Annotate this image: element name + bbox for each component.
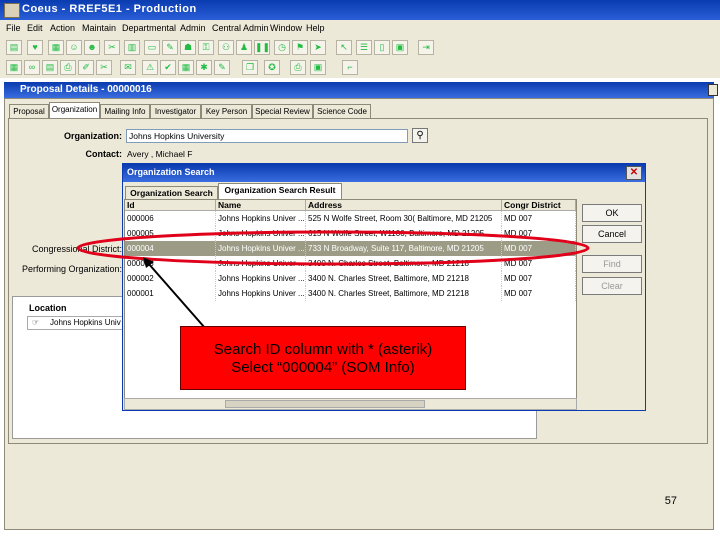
- annotation-line-2: Select “000004” (SOM Info): [231, 359, 415, 376]
- annotation-overlay: [76, 230, 590, 329]
- annotation-line-1: Search ID column with * (asterik): [213, 341, 433, 358]
- page-number: 57: [664, 495, 677, 507]
- annotation-arrow: [147, 262, 206, 329]
- highlight-ellipse: [76, 230, 590, 266]
- annotation-callout: Search ID column with * (asterik) Select…: [180, 326, 466, 390]
